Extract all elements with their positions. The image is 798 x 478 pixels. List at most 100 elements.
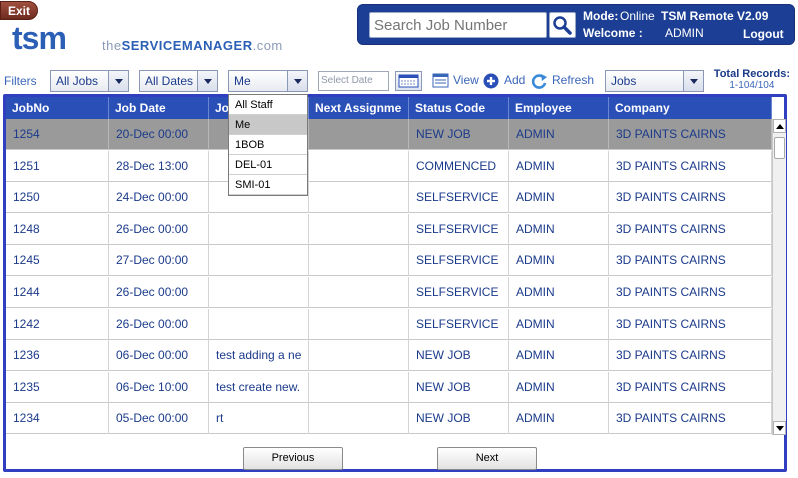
cell-employee: ADMIN — [509, 371, 609, 403]
dates-filter-dropdown[interactable]: All Dates — [139, 70, 218, 92]
cell-jobno: 1254 — [6, 119, 109, 150]
cell-job-description — [209, 277, 309, 308]
cell-job-description — [209, 213, 309, 245]
select-date-input[interactable]: Select Date — [318, 71, 389, 91]
cell-job-date: 05-Dec 00:00 — [109, 403, 209, 435]
cell-status-code: NEW JOB — [409, 340, 509, 372]
staff-option[interactable]: SMI-01 — [229, 175, 307, 195]
cell-jobno: 1248 — [6, 213, 109, 245]
calendar-button[interactable] — [395, 71, 422, 91]
filters-label: Filters — [4, 74, 37, 88]
cell-jobno: 1234 — [6, 403, 109, 435]
jobs-filter-dropdown[interactable]: All Jobs — [50, 70, 129, 92]
table-row[interactable]: 1254 20-Dec 00:00 NEW JOB ADMIN 3D PAINTS CA… — [6, 119, 772, 150]
cell-next-assignment — [309, 308, 409, 340]
next-page-button[interactable]: Next — [437, 447, 537, 470]
scroll-up-arrow-icon[interactable] — [773, 119, 786, 133]
column-header-company[interactable]: Company — [609, 97, 772, 119]
logo-bold: SERVICEMANAGER — [121, 38, 253, 53]
cell-status-code: SELFSERVICE — [409, 182, 509, 214]
product-version: TSM Remote V2.09 — [661, 9, 769, 23]
search-button[interactable] — [549, 12, 576, 38]
cell-company: 3D PAINTS CAIRNS — [609, 340, 772, 372]
cell-company: 3D PAINTS CAIRNS — [609, 403, 772, 435]
jobs-filter-value: All Jobs — [56, 74, 99, 88]
cell-job-date: 20-Dec 00:00 — [109, 119, 209, 150]
cell-jobno: 1250 — [6, 182, 109, 214]
table-header: JobNo Job Date Jo Next Assignme Status C… — [6, 97, 772, 119]
staff-option[interactable]: Me — [229, 115, 307, 135]
cell-job-description — [209, 308, 309, 340]
record-type-value: Jobs — [611, 74, 637, 88]
cell-jobno: 1236 — [6, 340, 109, 372]
staff-filter-dropdown[interactable]: Me — [228, 70, 308, 92]
cell-job-date: 26-Dec 00:00 — [109, 308, 209, 340]
record-type-dropdown[interactable]: Jobs — [605, 70, 704, 92]
exit-button[interactable]: Exit — [0, 1, 38, 20]
logout-link[interactable]: Logout — [743, 27, 784, 41]
cell-status-code: SELFSERVICE — [409, 213, 509, 245]
table-row[interactable]: 1242 26-Dec 00:00 SELFSERVICE ADMIN 3D PAINT… — [6, 308, 772, 340]
table-row[interactable]: 1245 27-Dec 00:00 SELFSERVICE ADMIN 3D PAINT… — [6, 245, 772, 277]
column-header-jobno[interactable]: JobNo — [6, 97, 109, 119]
welcome-label: Welcome : — [583, 26, 643, 40]
vertical-scrollbar[interactable] — [772, 119, 786, 435]
cell-status-code: NEW JOB — [409, 403, 509, 435]
previous-page-button[interactable]: Previous — [243, 447, 343, 470]
view-icon[interactable] — [432, 73, 450, 89]
total-records-value: 1-104/104 — [729, 80, 775, 91]
cell-next-assignment — [309, 371, 409, 403]
add-icon[interactable] — [483, 73, 499, 89]
refresh-icon[interactable] — [530, 72, 548, 90]
cell-next-assignment — [309, 182, 409, 214]
calendar-icon — [398, 74, 419, 88]
cell-company: 3D PAINTS CAIRNS — [609, 277, 772, 308]
search-job-input[interactable] — [369, 12, 547, 38]
cell-next-assignment — [309, 150, 409, 182]
table-row[interactable]: 1251 28-Dec 13:00 COMMENCED ADMIN 3D PAINTS … — [6, 150, 772, 182]
staff-option[interactable]: DEL-01 — [229, 155, 307, 175]
column-header-job-date[interactable]: Job Date — [109, 97, 209, 119]
cell-employee: ADMIN — [509, 150, 609, 182]
table-row[interactable]: 1250 24-Dec 00:00 SELFSERVICE ADMIN 3D PAINT… — [6, 182, 772, 214]
header-panel: Mode: Online TSM Remote V2.09 Welcome : … — [357, 4, 795, 45]
mode-label: Mode: — [583, 9, 619, 23]
column-header-next-assignment[interactable]: Next Assignme — [309, 97, 409, 119]
table-row[interactable]: 1248 26-Dec 00:00 SELFSERVICE ADMIN 3D PAINT… — [6, 213, 772, 245]
logo-mark: tsm — [12, 20, 67, 56]
cell-jobno: 1242 — [6, 308, 109, 340]
cell-status-code: SELFSERVICE — [409, 245, 509, 277]
scroll-thumb[interactable] — [774, 137, 785, 159]
chevron-down-icon — [683, 71, 703, 91]
table-row[interactable]: 1244 26-Dec 00:00 SELFSERVICE ADMIN 3D PAINT… — [6, 277, 772, 308]
cell-status-code: NEW JOB — [409, 371, 509, 403]
cell-next-assignment — [309, 245, 409, 277]
cell-job-date: 06-Dec 10:00 — [109, 371, 209, 403]
add-button[interactable]: Add — [504, 73, 525, 87]
cell-company: 3D PAINTS CAIRNS — [609, 150, 772, 182]
table-row[interactable]: 1236 06-Dec 00:00 test adding a ne NEW JOB A… — [6, 340, 772, 372]
chevron-down-icon — [197, 71, 217, 91]
tsm-logo: tsm theSERVICEMANAGER.com — [12, 20, 282, 58]
column-header-status-code[interactable]: Status Code — [409, 97, 509, 119]
logo-wordmark: theSERVICEMANAGER.com — [102, 38, 283, 53]
staff-option[interactable]: 1BOB — [229, 135, 307, 155]
staff-filter-menu: All Staff Me 1BOB DEL-01 SMI-01 — [228, 94, 308, 196]
cell-company: 3D PAINTS CAIRNS — [609, 119, 772, 150]
refresh-button[interactable]: Refresh — [552, 73, 594, 87]
cell-job-description: test create new. — [209, 371, 309, 403]
cell-job-date: 26-Dec 00:00 — [109, 277, 209, 308]
cell-job-date: 26-Dec 00:00 — [109, 213, 209, 245]
cell-employee: ADMIN — [509, 119, 609, 150]
cell-status-code: NEW JOB — [409, 119, 509, 150]
staff-option[interactable]: All Staff — [229, 95, 307, 115]
view-button[interactable]: View — [453, 73, 479, 87]
staff-filter-value: Me — [234, 74, 251, 88]
cell-next-assignment — [309, 213, 409, 245]
scroll-down-arrow-icon[interactable] — [773, 421, 786, 435]
column-header-employee[interactable]: Employee — [509, 97, 609, 119]
table-row[interactable]: 1235 06-Dec 10:00 test create new. NEW JOB A… — [6, 371, 772, 403]
table-row[interactable]: 1234 05-Dec 00:00 rt NEW JOB ADMIN 3D PAINTS … — [6, 403, 772, 435]
chevron-down-icon — [108, 71, 128, 91]
cell-company: 3D PAINTS CAIRNS — [609, 182, 772, 214]
